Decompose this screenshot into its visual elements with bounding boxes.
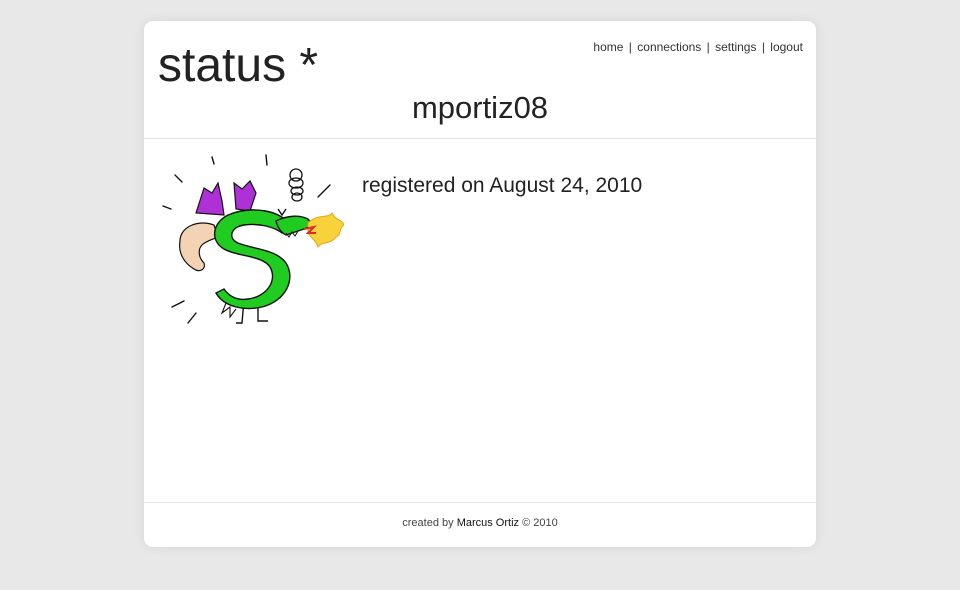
dragon-avatar-icon (162, 154, 344, 324)
page-header: status * home | connections | settings |… (144, 21, 816, 139)
registered-date-text: registered on August 24, 2010 (362, 174, 643, 197)
nav-home-link[interactable]: home (593, 40, 623, 54)
footer-author-link[interactable]: Marcus Ortiz (457, 517, 519, 529)
profile-content: registered on August 24, 2010 (144, 139, 816, 502)
nav-logout-link[interactable]: logout (770, 40, 803, 54)
top-navigation: home | connections | settings | logout (593, 40, 803, 54)
nav-settings-link[interactable]: settings (715, 40, 756, 54)
main-card: status * home | connections | settings |… (144, 21, 816, 547)
site-title: status * (158, 39, 319, 92)
nav-separator: | (706, 40, 710, 54)
nav-connections-link[interactable]: connections (637, 40, 701, 54)
nav-separator: | (628, 40, 632, 54)
footer-prefix: created by (402, 517, 457, 529)
profile-username: mportiz08 (411, 90, 549, 125)
footer-copyright: © 2010 (519, 517, 558, 529)
nav-separator: | (761, 40, 765, 54)
page-footer: created by Marcus Ortiz © 2010 (144, 502, 816, 547)
